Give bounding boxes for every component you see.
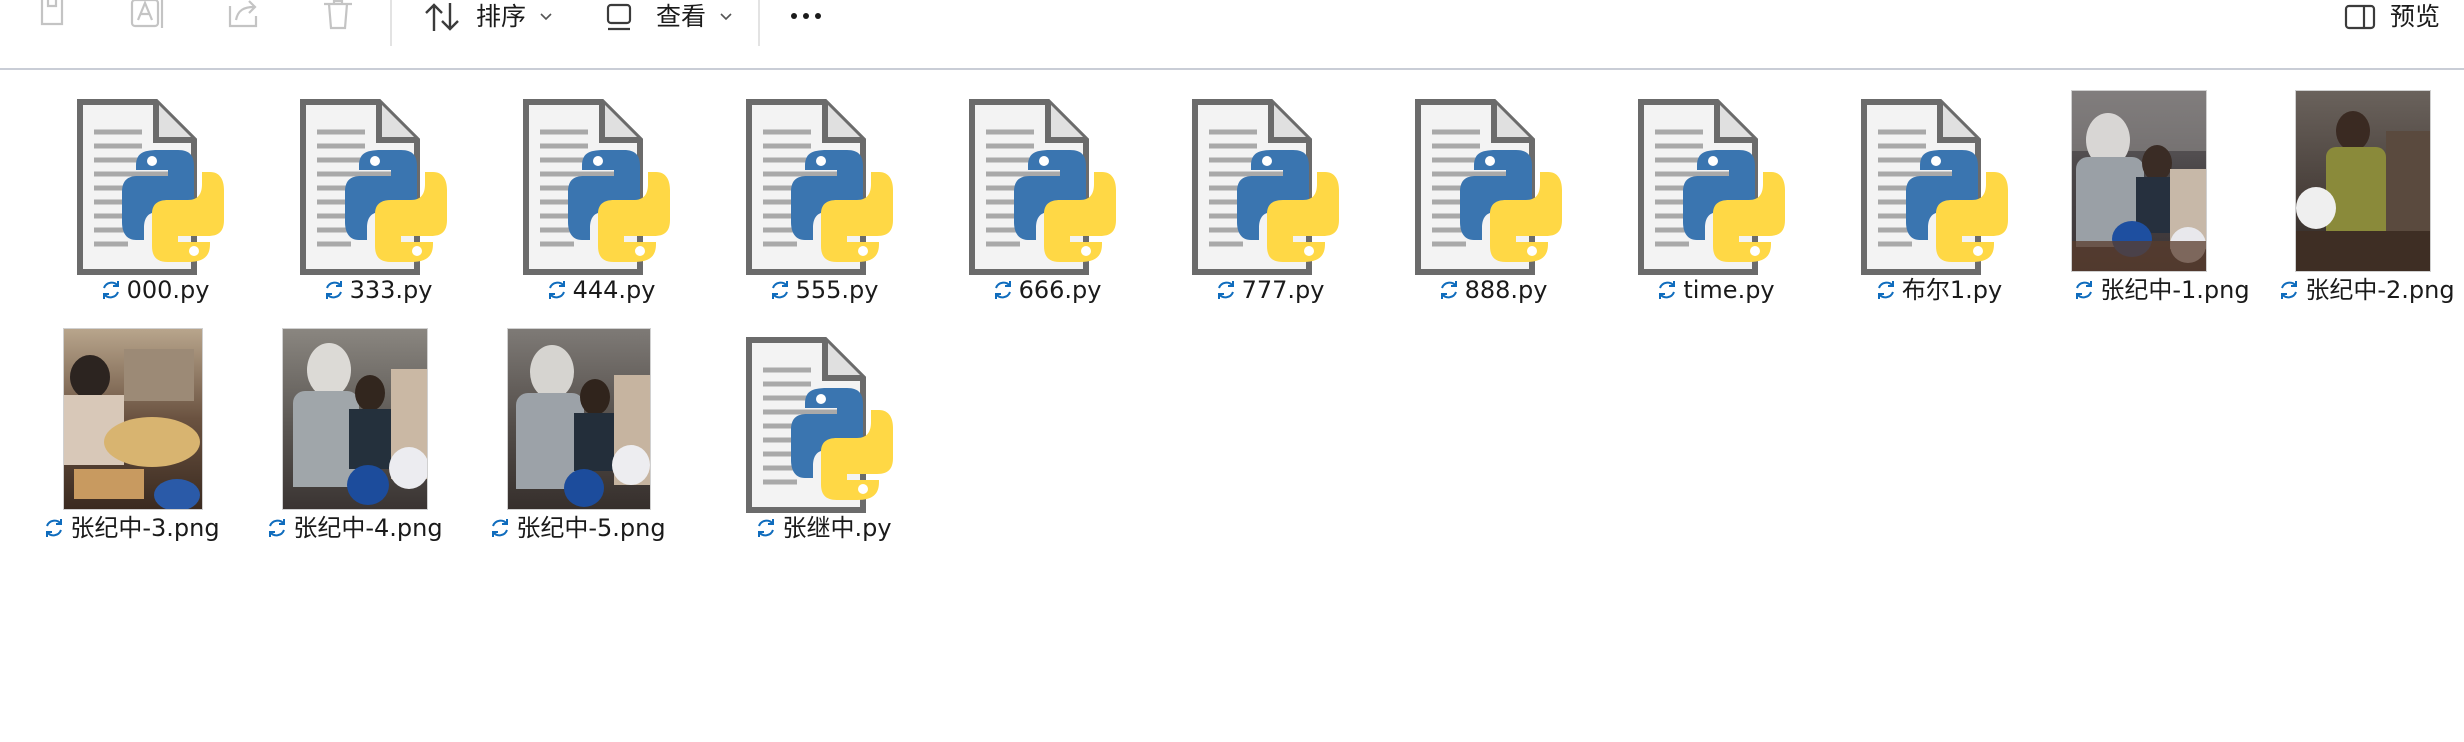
file-view: 000.py 333.py 444.py 555.py 666.py 777.p… — [0, 72, 2464, 742]
preview-pane-icon — [2344, 4, 2376, 30]
preview-label: 预览 — [2390, 2, 2441, 31]
sync-icon — [1877, 281, 1894, 299]
more-icon[interactable] — [788, 0, 828, 32]
file-item[interactable]: 张纪中-4.png — [250, 310, 458, 542]
sync-icon — [1217, 281, 1234, 299]
view-label: 查看 — [656, 2, 707, 31]
file-item[interactable]: 000.py — [50, 72, 258, 304]
file-item[interactable]: 666.py — [942, 72, 1150, 304]
python-file-icon — [1834, 72, 2042, 275]
view-button[interactable]: 查看 — [606, 0, 732, 34]
python-file-icon — [50, 72, 258, 275]
file-item[interactable]: 888.py — [1388, 72, 1596, 304]
sync-icon — [102, 281, 119, 299]
sort-button[interactable]: 排序 — [424, 0, 552, 34]
image-thumbnail — [2057, 72, 2265, 272]
file-name: 张纪中-5.png — [443, 512, 711, 544]
sync-icon — [771, 281, 788, 299]
image-thumbnail — [2241, 72, 2449, 272]
file-item[interactable]: 333.py — [273, 72, 481, 304]
file-item[interactable]: 555.py — [719, 72, 927, 304]
sort-label: 排序 — [476, 2, 527, 31]
file-item[interactable]: time.py — [1611, 72, 1819, 304]
sync-icon — [758, 519, 775, 537]
image-thumbnail — [473, 310, 681, 510]
toolbar-divider — [758, 0, 760, 46]
share-icon[interactable] — [224, 0, 264, 32]
rename-icon[interactable] — [128, 0, 168, 32]
command-bar: 排序 查看 预览 — [0, 0, 2464, 70]
python-file-icon — [1611, 72, 1819, 275]
image-thumbnail — [27, 310, 235, 510]
image-thumbnail — [250, 310, 458, 510]
preview-pane-button[interactable]: 预览 — [2344, 0, 2440, 34]
sync-icon — [325, 281, 342, 299]
chevron-down-icon — [720, 13, 732, 21]
file-item[interactable]: 张纪中-5.png — [473, 310, 681, 542]
file-item[interactable]: 777.py — [1165, 72, 1373, 304]
file-item[interactable]: 444.py — [496, 72, 704, 304]
sync-icon — [269, 519, 286, 537]
sync-icon — [994, 281, 1011, 299]
trash-icon[interactable] — [320, 0, 360, 32]
toolbar-divider — [390, 0, 392, 46]
file-item[interactable]: 张继中.py — [719, 310, 927, 542]
file-item[interactable]: 布尔1.py — [1834, 72, 2042, 304]
python-file-icon — [942, 72, 1150, 275]
chevron-down-icon — [540, 13, 552, 21]
sync-icon — [492, 519, 509, 537]
python-file-icon — [273, 72, 481, 275]
sync-icon — [1659, 281, 1676, 299]
sync-icon — [548, 281, 565, 299]
sync-icon — [2281, 281, 2298, 299]
view-icon — [606, 3, 632, 31]
file-item[interactable]: 张纪中-1.png — [2057, 72, 2265, 304]
python-file-icon — [719, 310, 927, 513]
python-file-icon — [1388, 72, 1596, 275]
file-name: 张纪中-2.png — [2251, 274, 2464, 306]
file-name: 张继中.py — [689, 512, 957, 544]
copy-icon[interactable] — [34, 0, 74, 32]
sort-icon — [425, 3, 459, 31]
sync-icon — [2076, 281, 2093, 299]
file-item[interactable]: 张纪中-2.png — [2241, 72, 2455, 304]
file-item[interactable]: 张纪中-3.png — [27, 310, 235, 542]
sync-icon — [1440, 281, 1457, 299]
python-file-icon — [496, 72, 704, 275]
python-file-icon — [719, 72, 927, 275]
sync-icon — [46, 519, 63, 537]
python-file-icon — [1165, 72, 1373, 275]
